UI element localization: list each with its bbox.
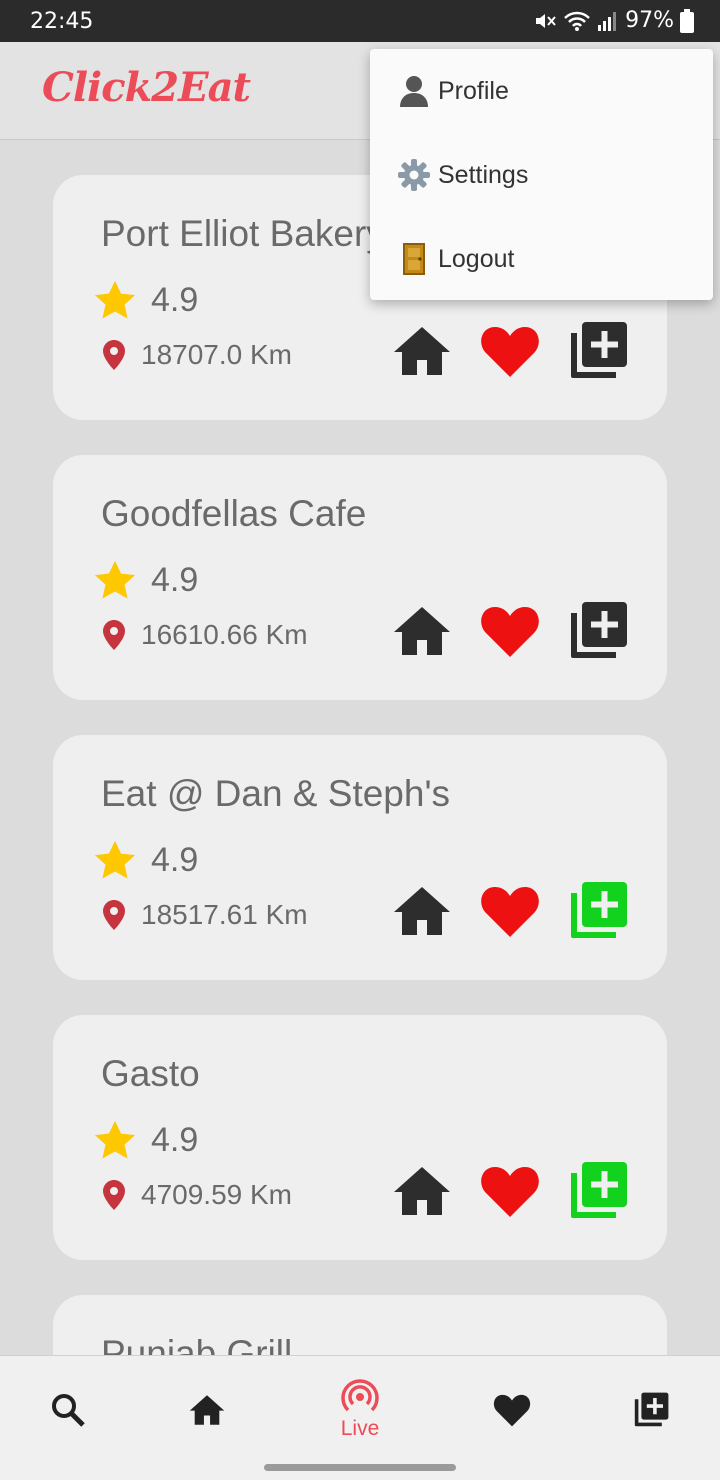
wifi-icon xyxy=(564,11,590,31)
menu-label: Settings xyxy=(438,160,529,189)
person-icon xyxy=(398,73,430,109)
card-actions xyxy=(391,1160,631,1222)
restaurant-list[interactable]: Port Elliot Bakery 4.9 18707.0 Km Goodfe… xyxy=(0,140,720,1355)
star-icon xyxy=(94,1120,136,1159)
distance-value: 18707.0 Km xyxy=(141,339,292,370)
add-library-icon xyxy=(571,322,627,378)
menu-label: Profile xyxy=(438,76,509,105)
location-pin-icon xyxy=(103,1180,125,1210)
restaurant-rating: 4.9 xyxy=(93,839,198,881)
rating-value: 4.9 xyxy=(151,280,199,319)
home-icon xyxy=(394,1167,450,1215)
card-actions xyxy=(391,320,631,382)
nav-label-live: Live xyxy=(340,1417,380,1440)
star-icon xyxy=(94,840,136,879)
heart-icon xyxy=(481,1167,539,1217)
restaurant-rating: 4.9 xyxy=(93,279,198,321)
card-actions xyxy=(391,880,631,942)
door-icon xyxy=(398,241,430,277)
restaurant-card[interactable]: Eat @ Dan & Steph's 4.9 18517.61 Km xyxy=(53,735,667,980)
app-logo: Click2Eat xyxy=(42,64,251,111)
restaurant-card[interactable]: Punjab Grill xyxy=(53,1295,667,1355)
nav-home[interactable] xyxy=(157,1370,257,1450)
add-to-list-button[interactable] xyxy=(567,320,629,382)
distance-value: 18517.61 Km xyxy=(141,899,308,930)
home-icon xyxy=(189,1395,225,1425)
restaurant-rating: 4.9 xyxy=(93,559,198,601)
restaurant-card[interactable]: Goodfellas Cafe 4.9 16610.66 Km xyxy=(53,455,667,700)
menu-label: Logout xyxy=(438,244,515,273)
home-icon xyxy=(394,887,450,935)
status-time: 22:45 xyxy=(30,9,94,34)
distance-value: 16610.66 Km xyxy=(141,619,308,650)
home-button[interactable] xyxy=(391,1160,453,1222)
signal-icon xyxy=(598,11,617,31)
card-actions xyxy=(391,600,631,662)
menu-item-settings[interactable]: Settings xyxy=(370,133,713,217)
restaurant-distance: 4709.59 Km xyxy=(103,1179,292,1211)
restaurant-name: Eat @ Dan & Steph's xyxy=(101,773,451,814)
add-library-icon xyxy=(571,1162,627,1218)
home-button[interactable] xyxy=(391,320,453,382)
heart-icon xyxy=(493,1394,531,1427)
home-button[interactable] xyxy=(391,880,453,942)
location-pin-icon xyxy=(103,620,125,650)
restaurant-name: Punjab Grill xyxy=(101,1333,293,1355)
status-bar: 22:45 97% xyxy=(0,0,720,42)
rating-value: 4.9 xyxy=(151,1120,199,1159)
restaurant-rating: 4.9 xyxy=(93,1119,198,1161)
rating-value: 4.9 xyxy=(151,840,199,879)
add-library-icon xyxy=(634,1392,669,1427)
favorite-button[interactable] xyxy=(479,1160,541,1222)
menu-item-profile[interactable]: Profile xyxy=(370,49,713,133)
restaurant-name: Gasto xyxy=(101,1053,200,1094)
add-to-list-button[interactable] xyxy=(567,880,629,942)
heart-icon xyxy=(481,607,539,657)
battery-percent: 97% xyxy=(625,8,674,33)
location-pin-icon xyxy=(103,340,125,370)
add-library-icon xyxy=(571,882,627,938)
status-icons: 97% xyxy=(533,8,694,33)
favorite-button[interactable] xyxy=(479,600,541,662)
bottom-navigation: Live xyxy=(0,1355,720,1480)
heart-icon xyxy=(481,887,539,937)
gear-icon xyxy=(398,157,430,193)
home-button[interactable] xyxy=(391,600,453,662)
restaurant-card[interactable]: Gasto 4.9 4709.59 Km xyxy=(53,1015,667,1260)
star-icon xyxy=(94,280,136,319)
search-icon xyxy=(52,1394,85,1427)
rating-value: 4.9 xyxy=(151,560,199,599)
distance-value: 4709.59 Km xyxy=(141,1179,292,1210)
favorite-button[interactable] xyxy=(479,880,541,942)
nav-my-list[interactable] xyxy=(601,1370,701,1450)
gesture-bar[interactable] xyxy=(264,1464,456,1471)
live-icon xyxy=(341,1379,379,1412)
location-pin-icon xyxy=(103,900,125,930)
mute-icon xyxy=(536,13,556,28)
restaurant-distance: 18517.61 Km xyxy=(103,899,308,931)
restaurant-name: Goodfellas Cafe xyxy=(101,493,367,534)
restaurant-name: Port Elliot Bakery xyxy=(101,213,385,254)
menu-item-logout[interactable]: Logout xyxy=(370,217,713,301)
restaurant-distance: 18707.0 Km xyxy=(103,339,292,371)
home-icon xyxy=(394,607,450,655)
restaurant-distance: 16610.66 Km xyxy=(103,619,308,651)
nav-favorites[interactable] xyxy=(462,1370,562,1450)
favorite-button[interactable] xyxy=(479,320,541,382)
overflow-menu: Profile Settings Logout xyxy=(370,49,713,300)
nav-search[interactable] xyxy=(18,1370,118,1450)
star-icon xyxy=(94,560,136,599)
heart-icon xyxy=(481,327,539,377)
add-to-list-button[interactable] xyxy=(567,600,629,662)
add-to-list-button[interactable] xyxy=(567,1160,629,1222)
add-library-icon xyxy=(571,602,627,658)
home-icon xyxy=(394,327,450,375)
battery-icon xyxy=(680,8,694,33)
nav-live[interactable]: Live xyxy=(310,1370,410,1450)
